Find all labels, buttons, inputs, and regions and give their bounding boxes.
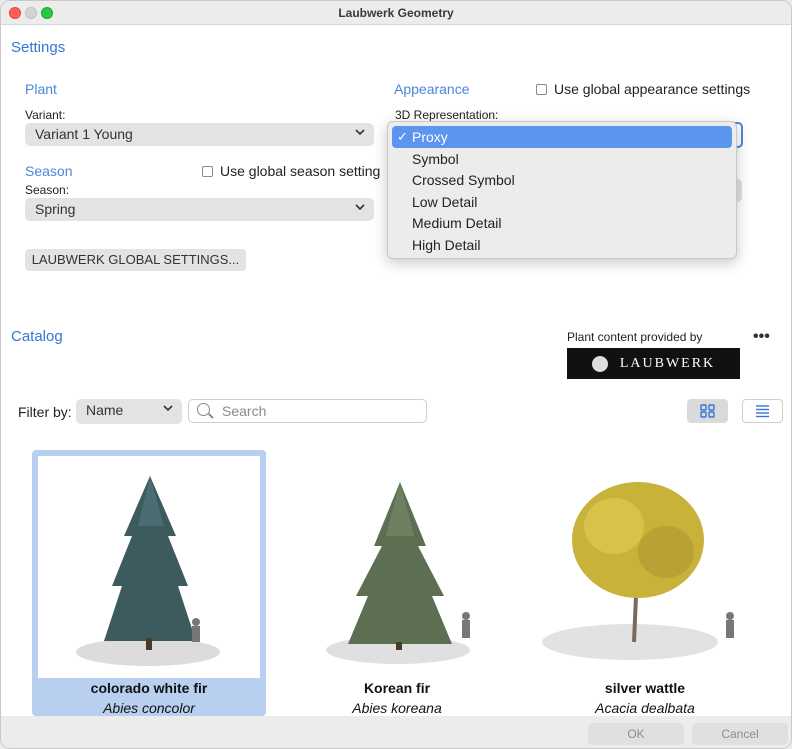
chevron-down-icon <box>162 402 174 417</box>
filter-by-select[interactable]: Name <box>76 399 182 424</box>
search-input[interactable]: Search <box>188 399 427 423</box>
laubwerk-geometry-window: Laubwerk Geometry Settings Plant Variant… <box>0 0 792 749</box>
dropdown-option-crossed-symbol[interactable]: Crossed Symbol <box>392 169 732 191</box>
grid-icon <box>700 404 715 418</box>
plant-scientific-name: Abies koreana <box>352 700 442 716</box>
season-select[interactable]: Spring <box>25 198 374 221</box>
window-title: Laubwerk Geometry <box>338 6 454 20</box>
use-global-appearance-label: Use global appearance settings <box>554 81 751 97</box>
plant-scientific-name: Acacia dealbata <box>595 700 695 716</box>
dropdown-option-proxy[interactable]: ✓ Proxy <box>392 126 732 148</box>
logo-text: LAUBWERK <box>619 355 716 371</box>
representation-label: 3D Representation: <box>395 108 499 122</box>
use-global-appearance-checkbox[interactable]: Use global appearance settings <box>536 81 750 97</box>
dropdown-option-low-detail[interactable]: Low Detail <box>392 191 732 213</box>
filter-value: Name <box>86 402 124 418</box>
checkbox-icon[interactable] <box>536 83 547 95</box>
variant-label: Variant: <box>25 108 66 122</box>
grid-view-button[interactable] <box>687 399 728 423</box>
chevron-down-icon <box>354 201 366 216</box>
dropdown-option-symbol[interactable]: Symbol <box>392 148 732 170</box>
more-options-icon[interactable]: ••• <box>753 328 770 346</box>
plant-heading: Plant <box>25 81 57 97</box>
checkmark-icon: ✓ <box>397 129 408 144</box>
checkbox-icon[interactable] <box>202 165 213 177</box>
season-label: Season: <box>25 183 70 197</box>
cancel-button[interactable]: Cancel <box>692 723 788 745</box>
representation-dropdown-menu: ✓ Proxy Symbol Crossed Symbol Low Detail… <box>387 121 737 259</box>
plant-thumbnail <box>286 456 508 678</box>
catalog-heading: Catalog <box>11 328 63 345</box>
list-view-button[interactable] <box>742 399 783 423</box>
logo-seal-icon <box>591 355 608 372</box>
laubwerk-logo: LAUBWERK <box>567 348 740 379</box>
dropdown-option-medium-detail[interactable]: Medium Detail <box>392 212 732 234</box>
catalog-item-colorado-white-fir[interactable]: colorado white fir Abies concolor <box>32 450 266 716</box>
ok-button[interactable]: OK <box>588 723 684 745</box>
use-global-season-label: Use global season setting <box>220 163 381 179</box>
dropdown-option-high-detail[interactable]: High Detail <box>392 234 732 256</box>
search-placeholder: Search <box>222 403 267 419</box>
dialog-footer: OK Cancel <box>1 716 791 748</box>
laubwerk-global-settings-button[interactable]: LAUBWERK GLOBAL SETTINGS... <box>25 249 246 271</box>
variant-value: Variant 1 Young <box>35 126 133 142</box>
catalog-item-korean-fir[interactable]: Korean fir Abies koreana <box>280 450 514 716</box>
plant-name: silver wattle <box>604 680 686 696</box>
catalog-item-silver-wattle[interactable]: silver wattle Acacia dealbata <box>528 450 762 716</box>
plant-thumbnail <box>534 456 756 678</box>
plant-scientific-name: Abies concolor <box>103 700 195 716</box>
plant-thumbnail <box>38 456 260 678</box>
plant-name: Korean fir <box>363 680 431 696</box>
variant-select[interactable]: Variant 1 Young <box>25 123 374 146</box>
season-value: Spring <box>35 201 76 217</box>
list-icon <box>756 405 769 418</box>
search-icon <box>197 403 210 416</box>
appearance-heading: Appearance <box>394 81 470 97</box>
settings-heading: Settings <box>11 39 66 56</box>
plant-name: colorado white fir <box>90 680 208 696</box>
use-global-season-checkbox[interactable]: Use global season setting <box>202 163 380 179</box>
provided-by-label: Plant content provided by <box>567 330 703 344</box>
chevron-down-icon <box>354 126 366 141</box>
season-heading: Season <box>25 163 73 179</box>
title-bar: Laubwerk Geometry <box>1 1 791 25</box>
filter-by-label: Filter by: <box>18 404 72 420</box>
